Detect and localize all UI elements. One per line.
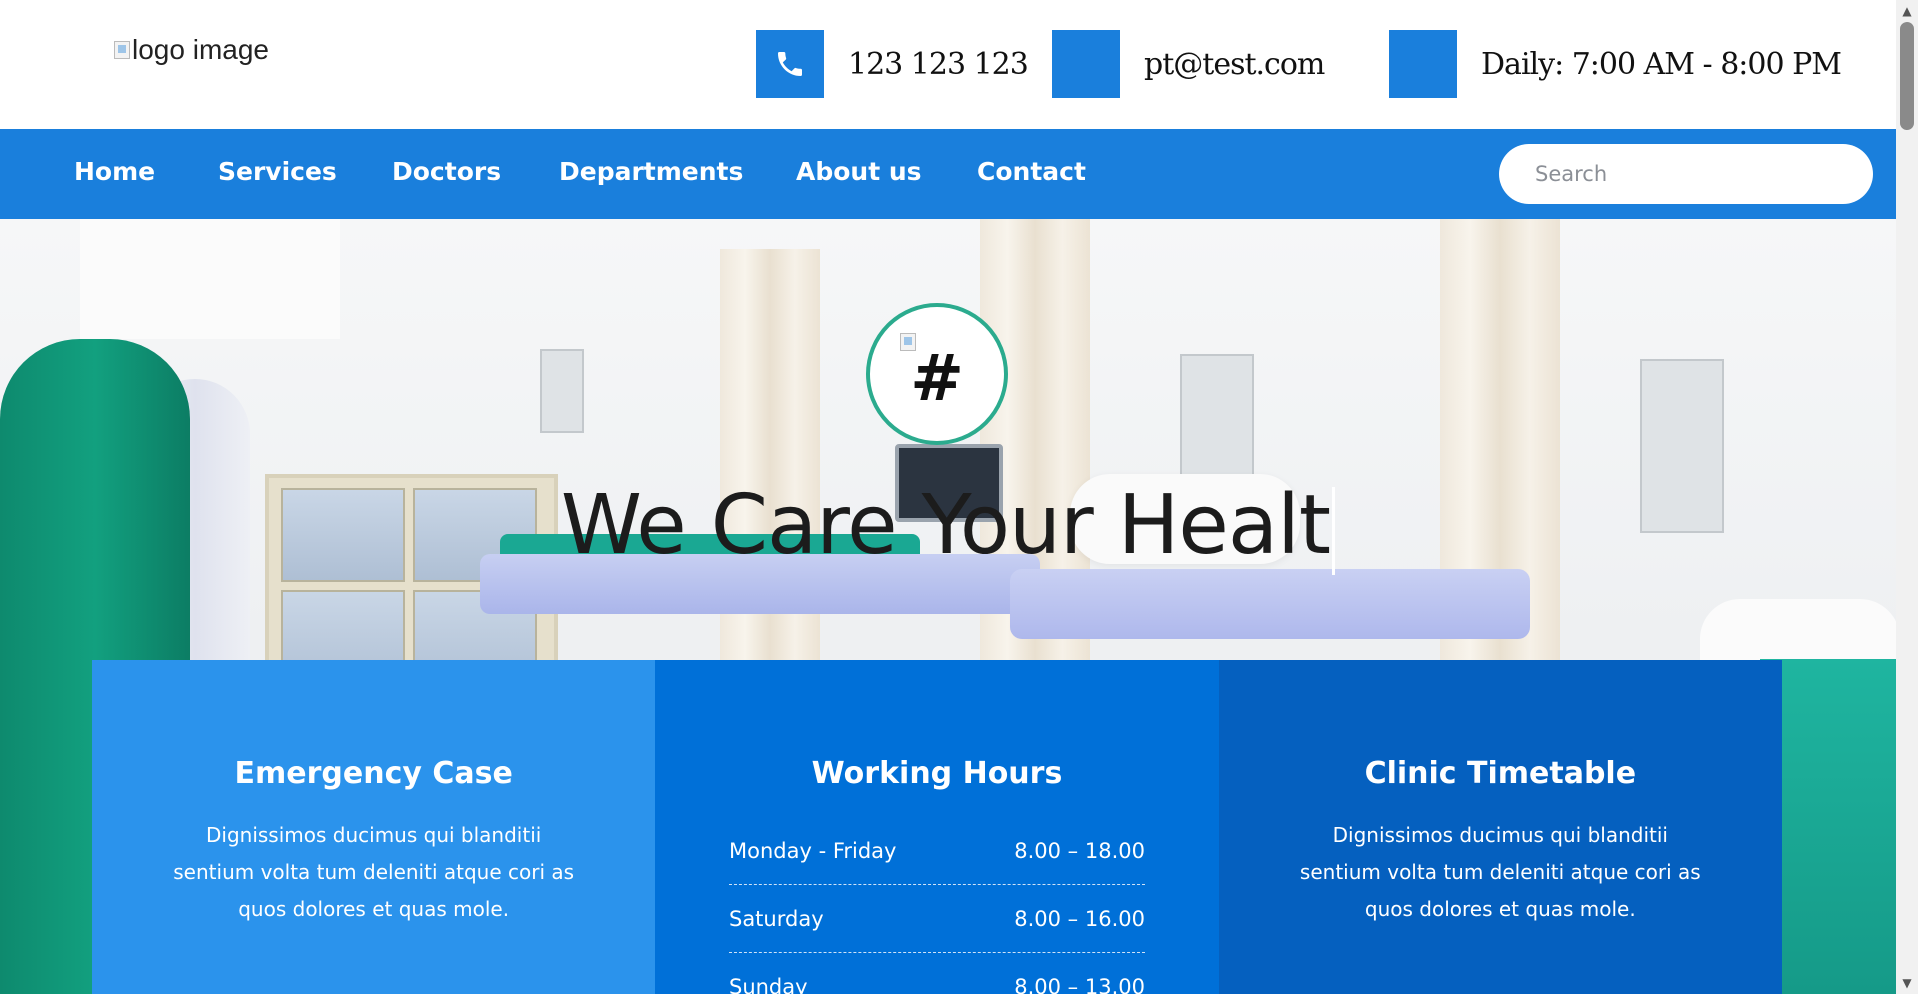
info-cards: Emergency Case Dignissimos ducimus qui b… [92, 660, 1782, 994]
page-scrollbar[interactable]: ▲ ▼ [1896, 0, 1918, 994]
clinic-timetable-title: Clinic Timetable [1364, 756, 1637, 791]
email-icon [1052, 30, 1120, 98]
hours-time: 8.00 – 18.00 [1014, 838, 1145, 863]
page: logo image 123 123 123 pt@test.com Daily… [0, 0, 1896, 994]
clock-icon [1389, 30, 1457, 98]
phone-icon [756, 30, 824, 98]
contact-phone: 123 123 123 [756, 30, 1029, 98]
phone-number[interactable]: 123 123 123 [848, 47, 1029, 82]
hours-row: Sunday 8.00 – 13.00 [729, 953, 1145, 994]
scroll-up-arrow-icon[interactable]: ▲ [1896, 0, 1918, 22]
hash-icon: # [910, 342, 964, 416]
nav-about-us[interactable]: About us [796, 157, 922, 186]
clinic-timetable-card: Clinic Timetable Dignissimos ducimus qui… [1218, 660, 1782, 994]
scroll-down-arrow-icon[interactable]: ▼ [1896, 972, 1918, 994]
hours-row: Monday - Friday 8.00 – 18.00 [728, 817, 1145, 885]
hours-list: Monday - Friday 8.00 – 18.00 Saturday 8.… [728, 817, 1145, 994]
clinic-timetable-text: Dignissimos ducimus qui blanditii sentiu… [1299, 823, 1701, 921]
hero-bed [1010, 569, 1530, 639]
hours-time: 8.00 – 16.00 [1014, 906, 1145, 931]
logo[interactable]: logo image [114, 34, 269, 66]
nav-contact[interactable]: Contact [977, 157, 1086, 186]
contact-hours: Daily: 7:00 AM - 8:00 PM [1389, 30, 1842, 98]
emergency-card-text: Dignissimos ducimus qui blanditii sentiu… [173, 823, 575, 921]
hero-title: We Care Your Healt [0, 478, 1896, 575]
hero-title-text: We Care Your Healt [560, 478, 1331, 573]
emergency-card: Emergency Case Dignissimos ducimus qui b… [92, 660, 656, 994]
hours-time: 8.00 – 13.00 [1014, 974, 1145, 994]
logo-alt-text: logo image [132, 34, 269, 65]
hero-wall-fixture [540, 349, 584, 433]
contact-email: pt@test.com [1052, 30, 1325, 98]
scroll-thumb[interactable] [1900, 22, 1914, 130]
nav-doctors[interactable]: Doctors [392, 157, 501, 186]
working-hours-title: Working Hours [811, 756, 1063, 791]
hours-day: Sunday [728, 974, 808, 994]
broken-image-icon [114, 41, 130, 59]
working-hours-card: Working Hours Monday - Friday 8.00 – 18.… [655, 660, 1219, 994]
hero-window [80, 219, 340, 339]
main-nav: Home Services Doctors Departments About … [0, 129, 1896, 219]
typing-caret [1332, 486, 1336, 575]
hours-day: Saturday [728, 906, 824, 931]
nav-home[interactable]: Home [74, 157, 155, 186]
emergency-card-title: Emergency Case [234, 756, 513, 791]
hours-day: Monday - Friday [728, 838, 897, 863]
nav-services[interactable]: Services [218, 157, 337, 186]
broken-image-icon [900, 333, 916, 351]
hours-row: Saturday 8.00 – 16.00 [728, 885, 1145, 953]
nav-departments[interactable]: Departments [559, 157, 743, 186]
search-input[interactable] [1499, 144, 1873, 204]
top-bar: logo image 123 123 123 pt@test.com Daily… [0, 0, 1896, 129]
hero-badge: # [866, 303, 1008, 445]
opening-hours: Daily: 7:00 AM - 8:00 PM [1481, 46, 1842, 82]
email-address[interactable]: pt@test.com [1144, 47, 1325, 82]
